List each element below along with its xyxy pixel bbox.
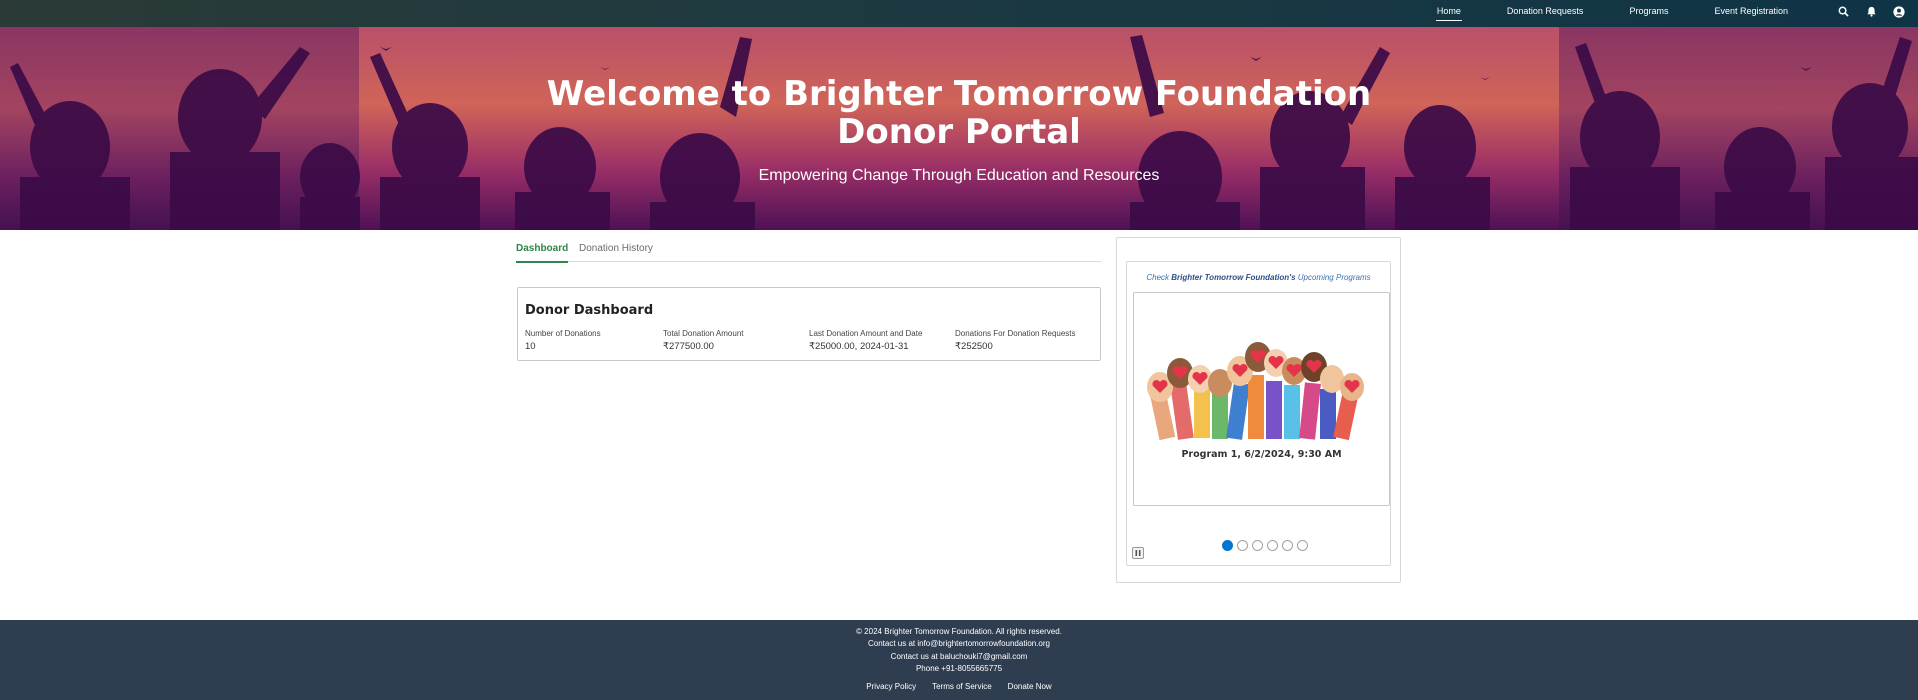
programs-carousel: Check Brighter Tomorrow Foundation's Upc… [1126,261,1391,566]
stat-value: 10 [525,341,536,352]
caption-prefix: Check [1146,273,1172,282]
donor-dashboard-title: Donor Dashboard [525,303,654,318]
stat-value: ₹252500 [955,341,993,352]
nav-item-home[interactable]: Home [1435,0,1462,27]
pause-button[interactable] [1132,547,1144,559]
carousel-dot-3[interactable] [1252,540,1263,551]
nav-menu: Home Donation Requests Programs Event Re… [1391,0,1788,27]
hero-banner: Welcome to Brighter Tomorrow Foundation … [0,27,1918,230]
stat-value: ₹277500.00 [663,341,714,352]
hero-title-line1: Welcome to Brighter Tomorrow Foundation [546,74,1372,114]
stat-label: Total Donation Amount [663,329,744,338]
carousel-dot-2[interactable] [1237,540,1248,551]
footer: © 2024 Brighter Tomorrow Foundation. All… [0,620,1918,700]
main-tabs: Dashboard Donation History [516,237,1101,263]
stat-label: Donations For Donation Requests [955,329,1076,338]
stat-label: Number of Donations [525,329,601,338]
stat-donations-for-requests: Donations For Donation Requests ₹252500 [955,329,1076,352]
carousel-slide[interactable]: Program 1, 6/2/2024, 9:30 AM [1133,292,1390,506]
hero-subtitle: Empowering Change Through Education and … [758,167,1160,184]
bell-icon[interactable] [1864,5,1878,19]
footer-link-privacy-policy[interactable]: Privacy Policy [866,682,916,691]
nav-item-event-registration[interactable]: Event Registration [1714,0,1788,27]
carousel-dot-5[interactable] [1282,540,1293,551]
programs-caption: Check Brighter Tomorrow Foundation's Upc… [1127,273,1390,282]
tab-dashboard[interactable]: Dashboard [516,243,569,263]
raised-hands-hearts-image [1147,342,1364,441]
carousel-dot-1[interactable] [1222,540,1233,551]
carousel-indicators [1222,540,1312,551]
nav-item-donation-requests[interactable]: Donation Requests [1507,0,1584,27]
stat-last-donation: Last Donation Amount and Date ₹25000.00,… [809,329,922,352]
donor-dashboard-card: Donor Dashboard Number of Donations 10 T… [517,287,1101,361]
hero-title-line2: Donor Portal [837,112,1081,152]
programs-panel: Check Brighter Tomorrow Foundation's Upc… [1116,237,1401,583]
carousel-dot-4[interactable] [1267,540,1278,551]
user-avatar-icon[interactable] [1892,5,1906,19]
caption-org: Brighter Tomorrow Foundation's [1171,273,1296,282]
stat-value: ₹25000.00, 2024-01-31 [809,341,909,352]
top-navigation-bar: Home Donation Requests Programs Event Re… [0,0,1918,27]
search-icon[interactable] [1836,5,1850,19]
carousel-dot-6[interactable] [1297,540,1308,551]
slide-caption: Program 1, 6/2/2024, 9:30 AM [1181,449,1342,460]
nav-item-programs[interactable]: Programs [1629,0,1668,27]
footer-phone: Phone +91-8055665775 [915,664,1003,673]
footer-links: Privacy Policy Terms of Service Donate N… [0,682,1918,691]
stat-total-donation-amount: Total Donation Amount ₹277500.00 [663,329,744,352]
footer-contact-info: Contact us at info@brightertomorrowfound… [868,639,1050,648]
footer-copyright: © 2024 Brighter Tomorrow Foundation. All… [856,627,1062,636]
stat-label: Last Donation Amount and Date [809,329,923,338]
tab-donation-history[interactable]: Donation History [579,243,653,261]
footer-link-terms-of-service[interactable]: Terms of Service [932,682,992,691]
footer-link-donate-now[interactable]: Donate Now [1008,682,1052,691]
footer-contact-email: Contact us at baluchouki7@gmail.com [890,652,1028,661]
caption-suffix: Upcoming Programs [1295,273,1371,282]
stat-number-of-donations: Number of Donations 10 [525,329,601,352]
pause-icon [1135,550,1141,556]
nav-icon-group [1822,0,1906,23]
hero-title: Welcome to Brighter Tomorrow Foundation … [0,75,1918,151]
